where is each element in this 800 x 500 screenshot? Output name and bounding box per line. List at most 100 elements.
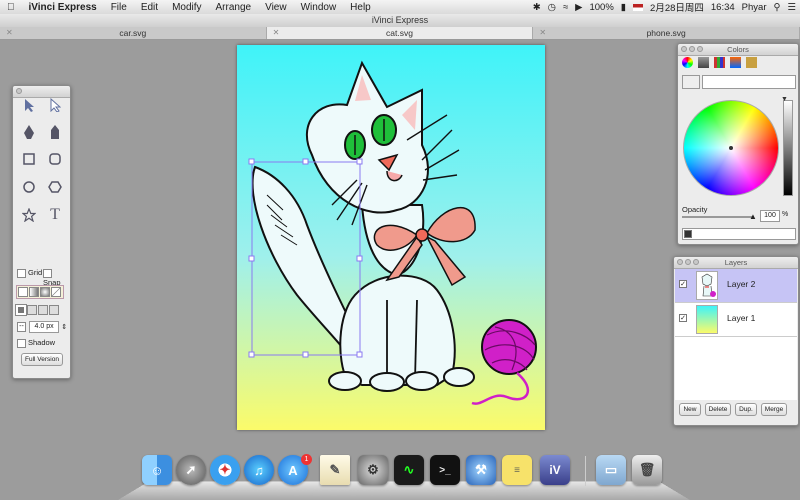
color-swatches-strip[interactable] — [682, 228, 796, 240]
stroke-solid-icon[interactable] — [15, 304, 27, 317]
menu-user[interactable]: Phyar — [742, 2, 767, 13]
close-tab-icon[interactable]: ✕ — [539, 27, 546, 39]
textedit-icon[interactable]: ✎ — [320, 455, 350, 485]
stroke-width-field[interactable]: 4.0 px — [29, 321, 60, 333]
ellipse-tool-icon[interactable] — [16, 174, 42, 200]
snap-toggle[interactable]: Snap — [43, 268, 70, 287]
terminal-icon[interactable]: >_ — [430, 455, 460, 485]
layer-visibility-checkbox[interactable]: ✓ — [679, 280, 687, 288]
window-controls[interactable] — [677, 259, 699, 265]
star-tool-icon[interactable] — [16, 202, 42, 228]
shadow-toggle[interactable]: Shadow — [17, 338, 55, 348]
new-layer-button[interactable]: New — [679, 403, 701, 416]
direct-select-tool-icon[interactable] — [42, 92, 68, 118]
volume-icon[interactable]: ▶ — [575, 2, 582, 13]
folder-icon[interactable]: ▭ — [596, 455, 626, 485]
pen-tool-icon[interactable] — [16, 119, 42, 145]
menu-modify[interactable]: Modify — [165, 2, 208, 13]
bluetooth-icon[interactable]: ✱ — [533, 2, 541, 13]
color-swatch-preview[interactable] — [682, 75, 700, 89]
delete-layer-button[interactable]: Delete — [705, 403, 731, 416]
stickies-icon[interactable]: ≡ — [502, 455, 532, 485]
tab-car[interactable]: ✕ car.svg — [0, 27, 267, 39]
opacity-field[interactable]: 100 — [760, 210, 780, 222]
image-palettes-mode-icon[interactable] — [730, 57, 741, 68]
layer-visibility-checkbox[interactable]: ✓ — [679, 314, 687, 322]
system-preferences-icon[interactable]: ⚙ — [358, 455, 388, 485]
pencil-tool-icon[interactable] — [42, 119, 68, 145]
grid-label: Grid — [28, 268, 43, 277]
brightness-slider[interactable] — [783, 100, 793, 196]
current-color-swatch[interactable] — [684, 230, 692, 238]
color-wheel-mode-icon[interactable] — [682, 57, 693, 68]
search-icon[interactable]: ⚲ — [774, 2, 781, 13]
close-tab-icon[interactable]: ✕ — [273, 27, 280, 39]
notification-icon[interactable]: ☰ — [787, 2, 796, 13]
drawing-canvas[interactable] — [237, 45, 545, 430]
tab-label: car.svg — [119, 28, 147, 38]
cat-paw-4 — [443, 367, 475, 387]
fill-radial-icon[interactable] — [40, 287, 50, 298]
menu-time[interactable]: 16:34 — [711, 2, 735, 13]
menu-date[interactable]: 2月28日周四 — [650, 0, 704, 14]
fill-pattern-icon[interactable] — [51, 287, 61, 298]
itunes-icon[interactable]: ♫ — [244, 455, 274, 485]
close-tab-icon[interactable]: ✕ — [6, 27, 13, 39]
launchpad-icon[interactable]: ➚ — [176, 455, 206, 485]
stroke-dashed-icon[interactable] — [27, 305, 37, 316]
menu-edit[interactable]: Edit — [134, 2, 165, 13]
full-version-button[interactable]: Full Version — [21, 353, 63, 366]
menu-view[interactable]: View — [258, 2, 294, 13]
color-wheel[interactable] — [683, 100, 779, 196]
color-palettes-mode-icon[interactable] — [714, 57, 725, 68]
crayons-mode-icon[interactable] — [746, 57, 757, 68]
line-style-icon[interactable]: -- — [17, 322, 26, 332]
menu-arrange[interactable]: Arrange — [209, 2, 259, 13]
color-search-field[interactable] — [702, 75, 796, 89]
grid-toggle[interactable]: Grid — [17, 268, 42, 278]
menu-help[interactable]: Help — [343, 2, 378, 13]
snap-checkbox[interactable] — [43, 268, 52, 278]
tab-cat[interactable]: ✕ cat.svg — [266, 27, 534, 39]
tab-phone[interactable]: ✕ phone.svg — [533, 27, 800, 39]
shadow-checkbox[interactable] — [17, 338, 26, 348]
fill-none-icon[interactable] — [18, 287, 28, 298]
duplicate-layer-button[interactable]: Dup. — [735, 403, 757, 416]
merge-layer-button[interactable]: Merge — [761, 403, 787, 416]
finder-icon[interactable]: ☺ — [142, 455, 172, 485]
rectangle-tool-icon[interactable] — [16, 146, 42, 172]
battery-icon[interactable]: ▮ — [621, 2, 626, 13]
apple-menu-icon[interactable]:  — [0, 2, 22, 13]
polygon-tool-icon[interactable] — [42, 174, 68, 200]
ivinci-icon[interactable]: iV — [540, 455, 570, 485]
stroke-dotted-icon[interactable] — [38, 305, 48, 316]
text-tool-icon[interactable]: T — [42, 202, 68, 228]
activity-monitor-icon[interactable]: ∿ — [394, 455, 424, 485]
menu-window[interactable]: Window — [294, 2, 344, 13]
layer-row-layer-2[interactable]: ✓ Layer 2 — [675, 269, 797, 303]
grid-checkbox[interactable] — [17, 268, 26, 278]
xcode-icon[interactable]: ⚒ — [466, 455, 496, 485]
opacity-slider[interactable] — [682, 216, 754, 218]
opacity-slider-handle-icon[interactable]: ▲ — [749, 212, 757, 221]
wifi-icon[interactable]: ≈ — [563, 2, 568, 13]
color-wheel-cursor[interactable] — [729, 146, 733, 150]
flag-icon[interactable] — [633, 3, 644, 11]
layer-row-layer-1[interactable]: ✓ Layer 1 — [675, 303, 797, 337]
safari-icon[interactable]: ✦ — [210, 455, 240, 485]
cat-artwork[interactable] — [237, 45, 545, 430]
stroke-width-row: -- 4.0 px ⇕ — [17, 321, 67, 333]
stroke-width-stepper-icon[interactable]: ⇕ — [61, 324, 67, 331]
window-controls[interactable] — [681, 46, 703, 52]
trash-icon[interactable]: 🗑 — [632, 455, 662, 485]
menu-file[interactable]: File — [104, 2, 134, 13]
brightness-slider-handle-icon[interactable]: ▼ — [781, 96, 788, 103]
rounded-rectangle-tool-icon[interactable] — [42, 146, 68, 172]
stroke-custom-icon[interactable] — [49, 305, 59, 316]
menu-app-name[interactable]: iVinci Express — [22, 2, 104, 13]
fill-gradient-icon[interactable] — [29, 287, 39, 298]
time-machine-icon[interactable]: ◷ — [548, 2, 556, 13]
battery-level[interactable]: 100% — [589, 2, 613, 13]
color-sliders-mode-icon[interactable] — [698, 57, 709, 68]
select-tool-icon[interactable] — [16, 92, 42, 118]
